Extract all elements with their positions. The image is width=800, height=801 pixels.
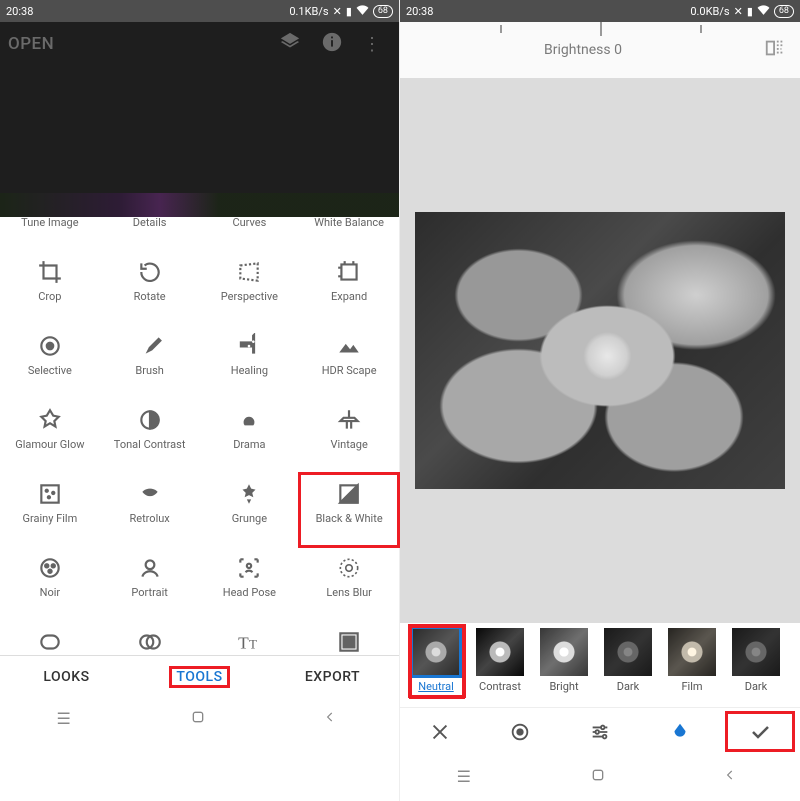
action-bar — [400, 707, 800, 755]
tool-drama[interactable]: Drama — [200, 399, 300, 473]
tool-rotate[interactable]: Rotate — [100, 251, 200, 325]
svg-text:T: T — [239, 634, 250, 653]
tool-healing[interactable]: Healing — [200, 325, 300, 399]
filter-thumb — [540, 628, 588, 676]
tool-text[interactable]: TT — [200, 621, 300, 655]
dimmed-canvas: OPEN ⋮ — [0, 22, 399, 217]
adjustment-header: Brightness 0 — [400, 22, 800, 78]
bottom-tabs: LOOKS TOOLS EXPORT — [0, 655, 399, 697]
slider-tick — [500, 25, 502, 33]
do-not-disturb-icon: ✕ — [734, 5, 743, 18]
android-navbar: ☰ — [0, 697, 399, 741]
tool-tune-image[interactable]: Tune Image — [0, 217, 100, 251]
tab-tools[interactable]: TOOLS — [133, 656, 266, 697]
do-not-disturb-icon: ✕ — [333, 5, 342, 18]
tools-panel: Tune Image Details Curves White Balance … — [0, 217, 399, 655]
status-bar: 20:38 0.1KB/s ✕ ▮ 68 — [0, 0, 399, 22]
tool-glamour-glow[interactable]: Glamour Glow — [0, 399, 100, 473]
tool-frames[interactable] — [299, 621, 399, 655]
filter-contrast[interactable]: Contrast — [476, 628, 524, 693]
tool-double-exposure[interactable] — [100, 621, 200, 655]
network-speed: 0.1KB/s — [289, 5, 328, 18]
adjustment-label[interactable]: Brightness 0 — [408, 42, 758, 58]
svg-text:T: T — [249, 637, 257, 652]
edited-photo — [415, 212, 785, 489]
tool-details[interactable]: Details — [100, 217, 200, 251]
recents-icon[interactable]: ☰ — [457, 767, 477, 787]
confirm-button[interactable] — [720, 708, 800, 755]
signal-icon: ▮ — [747, 5, 753, 18]
info-icon[interactable] — [321, 31, 343, 58]
tool-selective[interactable]: Selective — [0, 325, 100, 399]
clock: 20:38 — [406, 5, 433, 18]
tool-tonal-contrast[interactable]: Tonal Contrast — [100, 399, 200, 473]
filter-dark[interactable]: Dark — [604, 628, 652, 693]
home-icon[interactable] — [590, 767, 610, 787]
android-navbar: ☰ — [400, 755, 800, 799]
tool-grunge[interactable]: Grunge — [200, 473, 300, 547]
tool-lens-blur[interactable]: Lens Blur — [299, 547, 399, 621]
home-icon[interactable] — [190, 709, 210, 729]
tool-expand[interactable]: Expand — [299, 251, 399, 325]
filter-thumb — [476, 628, 524, 676]
filter-thumb — [732, 628, 780, 676]
back-icon[interactable] — [323, 709, 343, 729]
network-speed: 0.0KB/s — [690, 5, 729, 18]
tool-portrait[interactable]: Portrait — [100, 547, 200, 621]
tool-retrolux[interactable]: Retrolux — [100, 473, 200, 547]
tool-crop[interactable]: Crop — [0, 251, 100, 325]
image-strip — [0, 193, 399, 217]
signal-icon: ▮ — [346, 5, 352, 18]
left-phone: 20:38 0.1KB/s ✕ ▮ 68 OPEN ⋮ Tune Image D… — [0, 0, 400, 801]
battery-indicator: 68 — [774, 5, 794, 18]
tool-brush[interactable]: Brush — [100, 325, 200, 399]
tool-vignette[interactable] — [0, 621, 100, 655]
tool-noir[interactable]: Noir — [0, 547, 100, 621]
recents-icon[interactable]: ☰ — [57, 709, 77, 729]
filter-darker[interactable]: Dark — [732, 628, 780, 693]
slider-tick — [700, 25, 702, 33]
slider-tick-center — [600, 22, 602, 36]
filter-thumb — [668, 628, 716, 676]
tool-hdr-scape[interactable]: HDR Scape — [299, 325, 399, 399]
right-phone: 20:38 0.0KB/s ✕ ▮ 68 Brightness 0 Neutra… — [400, 0, 800, 801]
open-button[interactable]: OPEN — [8, 34, 54, 54]
cancel-button[interactable] — [400, 708, 480, 755]
back-icon[interactable] — [723, 767, 743, 787]
tune-button[interactable] — [560, 708, 640, 755]
highlight-frame — [409, 625, 465, 699]
tool-curves[interactable]: Curves — [200, 217, 300, 251]
tool-vintage[interactable]: Vintage — [299, 399, 399, 473]
wifi-icon — [356, 5, 369, 18]
tool-grainy-film[interactable]: Grainy Film — [0, 473, 100, 547]
status-bar: 20:38 0.0KB/s ✕ ▮ 68 — [400, 0, 800, 22]
filter-bright[interactable]: Bright — [540, 628, 588, 693]
filter-film[interactable]: Film — [668, 628, 716, 693]
color-picker-button[interactable] — [640, 708, 720, 755]
filter-thumb — [604, 628, 652, 676]
tool-white-balance[interactable]: White Balance — [299, 217, 399, 251]
battery-indicator: 68 — [373, 5, 393, 18]
clock: 20:38 — [6, 5, 33, 18]
tab-looks[interactable]: LOOKS — [0, 656, 133, 697]
tool-black-and-white[interactable]: Black & White — [299, 473, 399, 547]
more-icon[interactable]: ⋮ — [363, 34, 381, 55]
filter-options-button[interactable] — [480, 708, 560, 755]
tab-export[interactable]: EXPORT — [266, 656, 399, 697]
layers-icon[interactable] — [279, 31, 301, 58]
tool-perspective[interactable]: Perspective — [200, 251, 300, 325]
compare-icon[interactable] — [758, 31, 792, 69]
image-canvas[interactable] — [400, 78, 800, 623]
tool-head-pose[interactable]: Head Pose — [200, 547, 300, 621]
wifi-icon — [757, 5, 770, 18]
